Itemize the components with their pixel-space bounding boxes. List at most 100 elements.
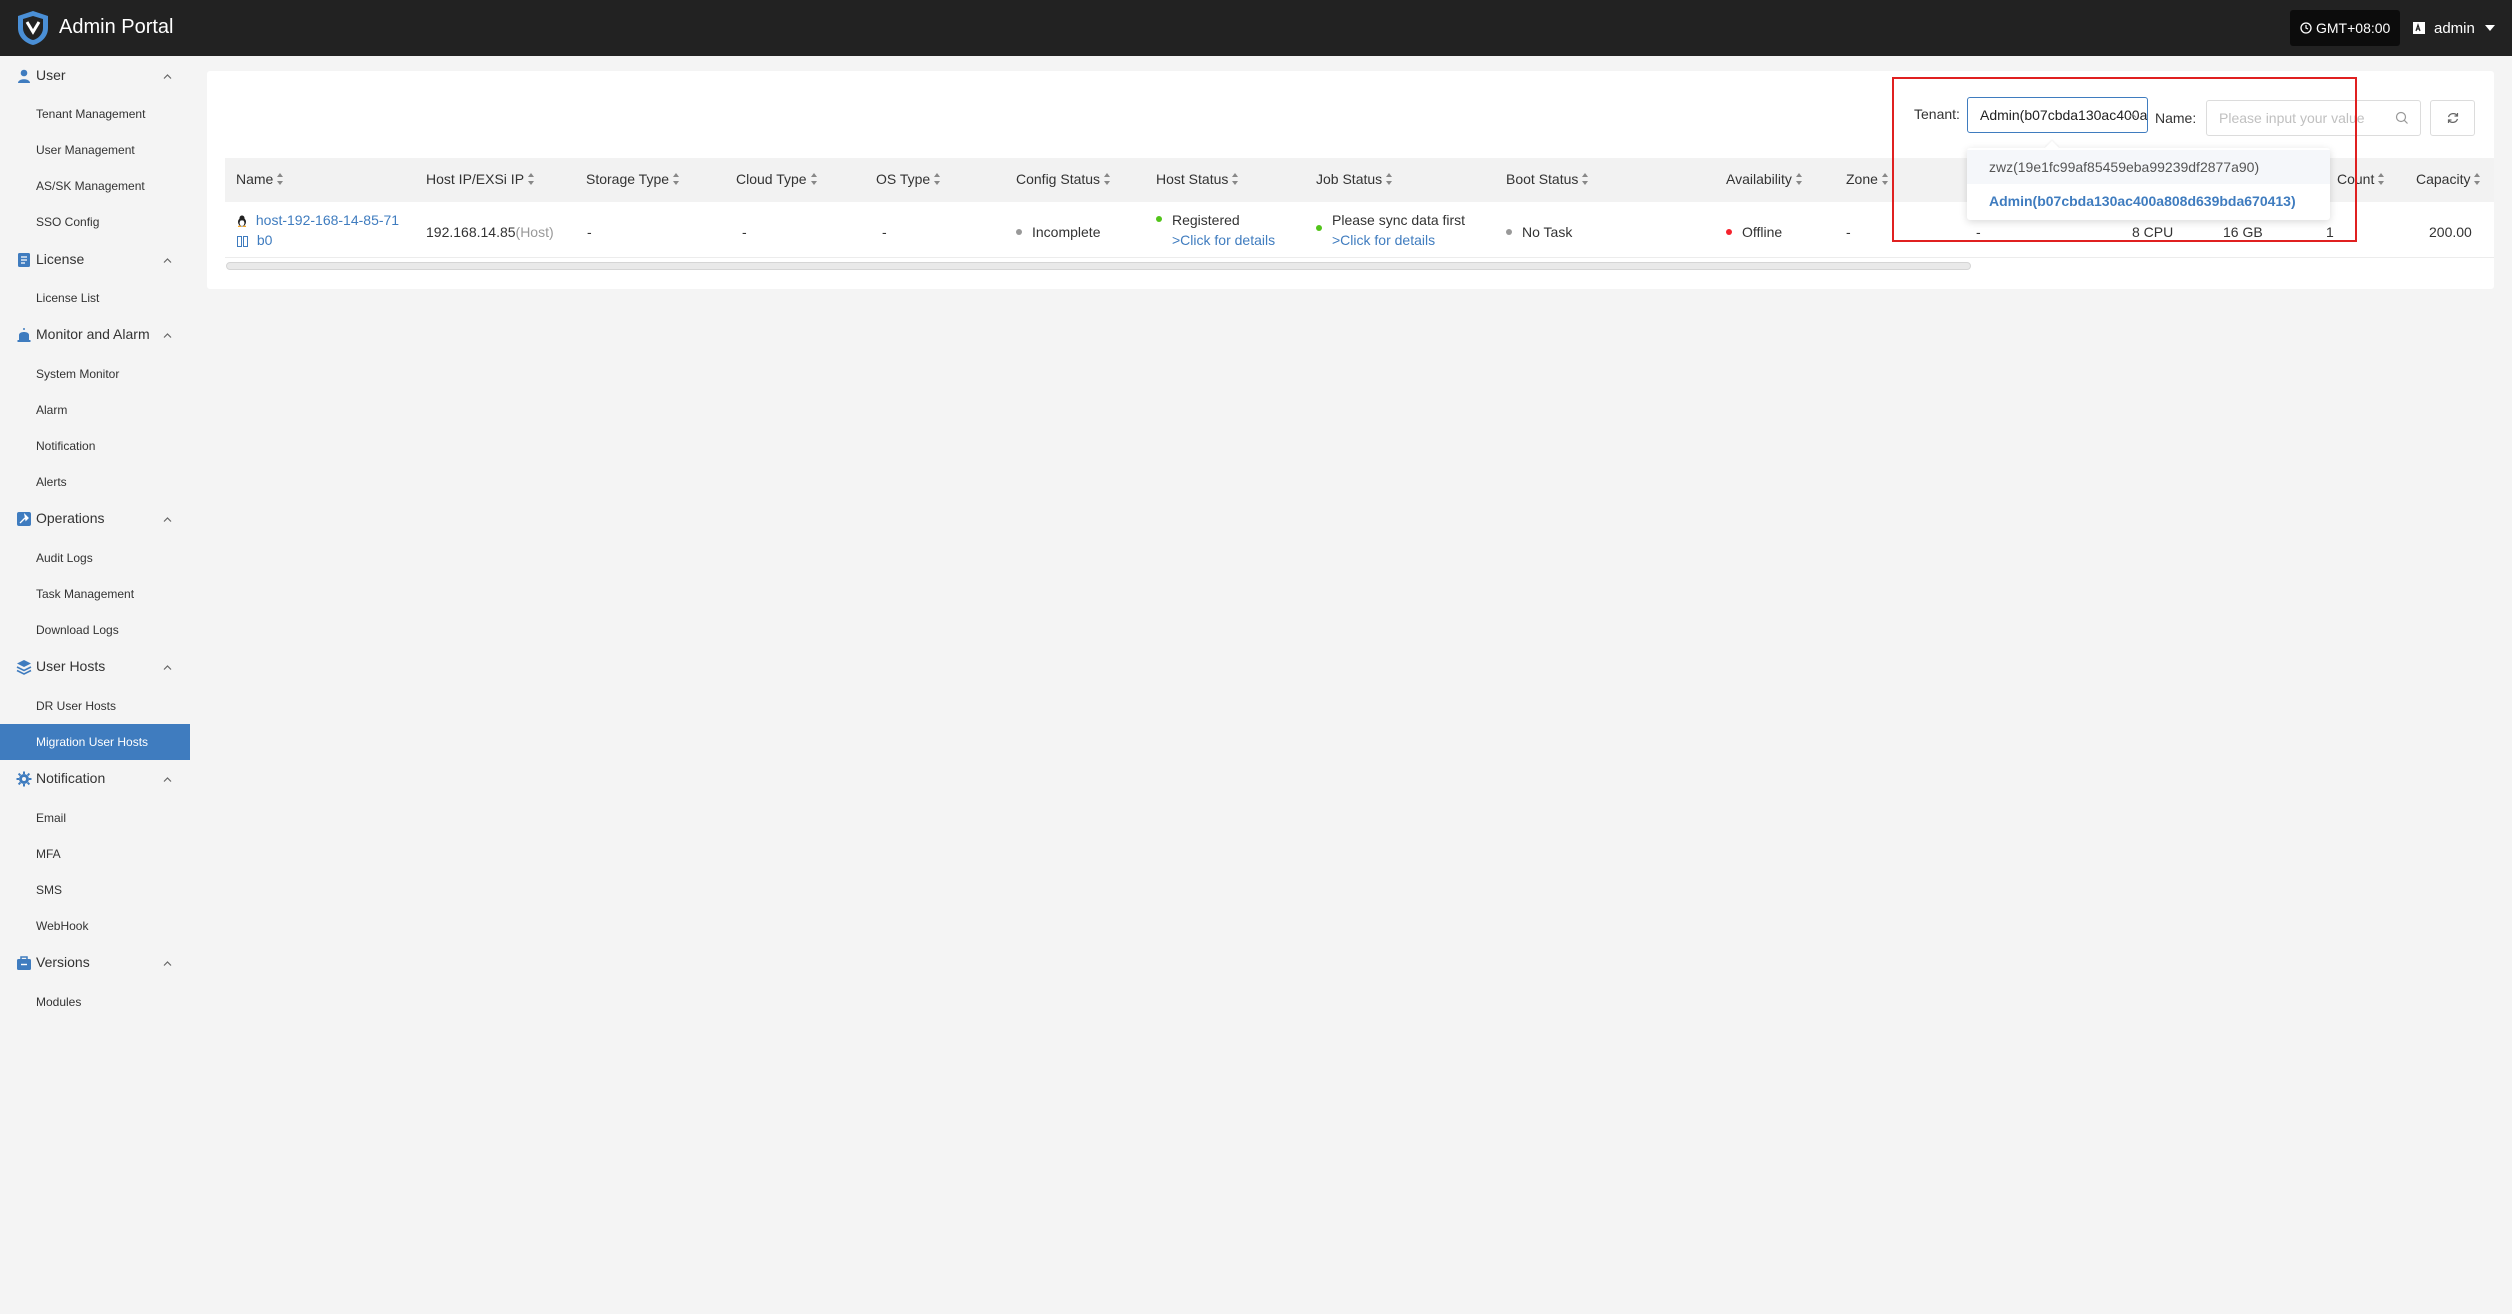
sidebar-item-webhook[interactable]: WebHook — [0, 908, 190, 944]
timezone-badge[interactable]: GMT+08:00 — [2290, 10, 2401, 46]
column-header-config-status[interactable]: Config Status — [1016, 171, 1111, 187]
sidebar-item-sms[interactable]: SMS — [0, 872, 190, 908]
sort-icon — [277, 173, 284, 185]
sidebar-item-migration-user-hosts[interactable]: Migration User Hosts — [0, 724, 190, 760]
sidebar-item-email[interactable]: Email — [0, 800, 190, 836]
config-status-cell: Incomplete — [1016, 224, 1100, 240]
sidebar-group-user-hosts[interactable]: User Hosts — [0, 651, 190, 683]
host-ip-suffix: (Host) — [515, 224, 554, 240]
language-icon — [2413, 22, 2425, 34]
sort-icon — [1795, 173, 1803, 185]
host-ip-cell: 192.168.14.85(Host) — [426, 224, 554, 240]
sidebar-group-user[interactable]: User — [0, 60, 190, 92]
linux-icon — [238, 215, 246, 228]
app-title: Admin Portal — [59, 16, 174, 38]
search-icon[interactable] — [2395, 111, 2409, 125]
column-header-job-status[interactable]: Job Status — [1316, 171, 1393, 187]
sidebar-group-operations[interactable]: Operations — [0, 503, 190, 535]
sort-icon — [2378, 173, 2385, 185]
sidebar-item-system-monitor[interactable]: System Monitor — [0, 356, 190, 392]
sidebar-item-modules[interactable]: Modules — [0, 984, 190, 1020]
sort-icon — [1232, 173, 1239, 185]
sidebar-item-alarm[interactable]: Alarm — [0, 392, 190, 428]
column-header-boot-status[interactable]: Boot Status — [1506, 171, 1589, 187]
username: admin — [2434, 19, 2475, 37]
column-header-cloud-type[interactable]: Cloud Type — [736, 171, 818, 187]
sidebar-item-download-logs[interactable]: Download Logs — [0, 612, 190, 648]
zone-cell: - — [1846, 224, 1851, 240]
storage-type-cell: - — [587, 224, 592, 240]
sidebar-group-label: User Hosts — [36, 658, 106, 674]
tenant-select[interactable]: Admin(b07cbda130ac400a808d639bda670413) — [1967, 97, 2148, 133]
column-header-host-status[interactable]: Host Status — [1156, 171, 1239, 187]
sidebar-item-dr-user-hosts[interactable]: DR User Hosts — [0, 688, 190, 724]
name-search-input[interactable] — [2206, 100, 2421, 136]
column-header-zone[interactable]: Zone — [1846, 171, 1889, 187]
alarm-icon — [17, 328, 31, 342]
sidebar-item-alerts[interactable]: Alerts — [0, 464, 190, 500]
sort-icon — [2474, 173, 2481, 185]
sidebar-item-user-management[interactable]: User Management — [0, 132, 190, 168]
sidebar: User Tenant Management User Management A… — [0, 56, 190, 1314]
horizontal-scrollbar[interactable] — [226, 262, 1971, 270]
tenant-option-admin[interactable]: Admin(b07cbda130ac400a808d639bda670413) — [1967, 184, 2330, 218]
host-name-suffix[interactable]: b0 — [257, 232, 273, 248]
shield-logo-icon[interactable] — [16, 10, 50, 46]
host-name-link[interactable]: host-192-168-14-85-71 — [256, 212, 399, 228]
sort-icon — [673, 173, 680, 185]
chevron-up-icon — [163, 333, 172, 338]
refresh-button[interactable] — [2430, 100, 2475, 136]
sidebar-item-tenant-management[interactable]: Tenant Management — [0, 96, 190, 132]
column-header-count[interactable]: Count — [2337, 171, 2385, 187]
name-label: Name: — [2155, 110, 2197, 126]
sidebar-item-mfa[interactable]: MFA — [0, 836, 190, 872]
column-header-os-type[interactable]: OS Type — [876, 171, 941, 187]
sidebar-group-monitor-and-alarm[interactable]: Monitor and Alarm — [0, 319, 190, 351]
timezone-text: GMT+08:00 — [2316, 20, 2391, 36]
column-header-host-ip[interactable]: Host IP/EXSi IP — [426, 171, 535, 187]
count-cell: 1 — [2326, 224, 2334, 240]
sort-icon — [1386, 173, 1393, 185]
sidebar-group-label: License — [36, 251, 85, 267]
host-name-cell[interactable]: host-192-168-14-85-71 b0 — [237, 212, 399, 248]
chevron-up-icon — [163, 665, 172, 670]
sidebar-item-notification[interactable]: Notification — [0, 428, 190, 464]
sidebar-group-notification[interactable]: Notification — [0, 763, 190, 795]
chevron-up-icon — [163, 74, 172, 79]
column-header-name[interactable]: Name — [236, 171, 284, 187]
sidebar-group-label: Versions — [36, 954, 90, 970]
job-status-details-link[interactable]: >Click for details — [1332, 232, 1435, 248]
license-icon — [18, 253, 30, 267]
user-icon — [18, 69, 30, 83]
sidebar-item-audit-logs[interactable]: Audit Logs — [0, 540, 190, 576]
host-status-details-link[interactable]: >Click for details — [1172, 232, 1275, 248]
job-status-cell: Please sync data first >Click for detail… — [1316, 212, 1465, 248]
hidden-column-cell: - — [1976, 224, 1981, 240]
sidebar-item-task-management[interactable]: Task Management — [0, 576, 190, 612]
cloud-type-cell: - — [742, 224, 747, 240]
sidebar-group-label: User — [36, 67, 66, 83]
caret-down-icon — [2484, 25, 2495, 31]
user-menu[interactable]: admin — [2412, 15, 2495, 41]
sidebar-item-sso-config[interactable]: SSO Config — [0, 204, 190, 240]
chevron-up-icon — [163, 961, 172, 966]
host-type-icon — [237, 235, 248, 247]
sort-icon — [1582, 173, 1589, 185]
sort-icon — [1104, 173, 1111, 185]
gear-icon — [16, 771, 32, 787]
column-header-availability[interactable]: Availability — [1726, 171, 1803, 187]
column-header-storage-type[interactable]: Storage Type — [586, 171, 680, 187]
chevron-up-icon — [163, 258, 172, 263]
tenant-option-zwz[interactable]: zwz(19e1fc99af85459eba99239df2877a90) — [1967, 150, 2330, 184]
sidebar-item-license-list[interactable]: License List — [0, 280, 190, 316]
sort-icon — [810, 173, 818, 185]
sidebar-item-as-sk-management[interactable]: AS/SK Management — [0, 168, 190, 204]
refresh-icon — [2447, 113, 2458, 123]
availability-cell: Offline — [1726, 224, 1782, 240]
sidebar-group-versions[interactable]: Versions — [0, 947, 190, 979]
column-header-capacity[interactable]: Capacity — [2416, 171, 2481, 187]
sidebar-group-license[interactable]: License — [0, 244, 190, 276]
top-header: Admin Portal GMT+08:00 admin — [0, 0, 2512, 56]
host-status-cell: Registered >Click for details — [1156, 212, 1275, 248]
sidebar-group-label: Notification — [36, 770, 106, 786]
